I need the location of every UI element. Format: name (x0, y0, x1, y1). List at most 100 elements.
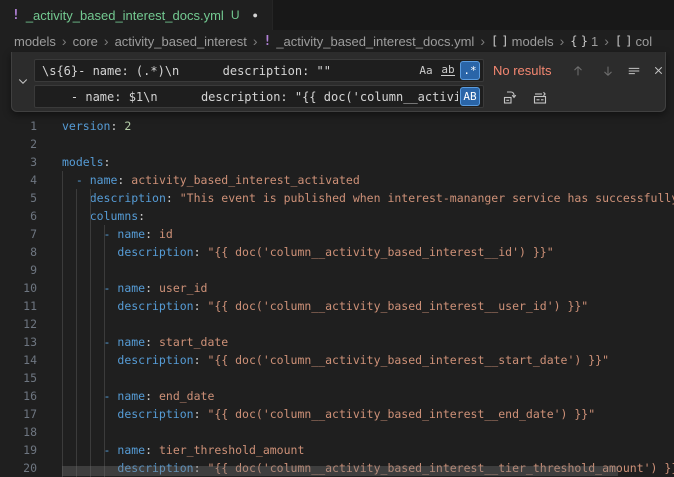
indent-guide (104, 225, 105, 477)
breadcrumb-separator: › (480, 33, 485, 49)
modified-dot-icon[interactable]: ● (253, 10, 258, 20)
code-line: 9 (0, 261, 674, 279)
code-text: - name: user_id (62, 279, 207, 297)
code-text: - name: activity_based_interest_activate… (62, 171, 360, 189)
replace-all-button[interactable] (528, 85, 552, 108)
code-text: - name: start_date (62, 333, 228, 351)
line-number: 6 (0, 207, 37, 225)
code-line: 16 - name: end_date (0, 387, 674, 405)
tab-active-file[interactable]: ! _activity_based_interest_docs.yml U ● (0, 0, 273, 30)
breadcrumb-item[interactable]: activity_based_interest (115, 34, 247, 49)
breadcrumb-label: models (14, 34, 56, 49)
line-number: 20 (0, 459, 37, 477)
yaml-symbol-icon: ! (263, 34, 271, 49)
yaml-file-icon: ! (12, 8, 20, 23)
find-input[interactable]: \s{6}- name: (.*)\n description: "" Aa a… (34, 59, 484, 82)
code-line: 12 (0, 315, 674, 333)
code-line: 5 description: "This event is published … (0, 189, 674, 207)
horizontal-scrollbar[interactable] (62, 466, 618, 476)
line-number: 10 (0, 279, 37, 297)
code-line: 6 columns: (0, 207, 674, 225)
replace-button[interactable] (498, 85, 522, 108)
breadcrumb-label: 1 (591, 34, 598, 49)
code-text: description: "{{ doc('column__activity_b… (62, 243, 554, 261)
breadcrumb-label: models (512, 34, 554, 49)
indent-guide (90, 189, 91, 477)
object-symbol-icon: { } (570, 34, 586, 48)
breadcrumb-label: activity_based_interest (115, 34, 247, 49)
line-number: 18 (0, 423, 37, 441)
line-number: 14 (0, 351, 37, 369)
code-text: - name: end_date (62, 387, 214, 405)
line-number: 17 (0, 405, 37, 423)
breadcrumb-separator: › (253, 33, 258, 49)
array-symbol-icon: [ ] (491, 34, 507, 48)
preserve-case-toggle[interactable]: AB (460, 87, 480, 106)
replace-value-text[interactable]: - name: $1\n description: "{{ doc('colum… (42, 90, 458, 104)
breadcrumb-item[interactable]: [ ] models (491, 34, 554, 49)
code-text: description: "{{ doc('column__activity_b… (62, 297, 588, 315)
breadcrumb-separator: › (62, 33, 67, 49)
code-line: 19 - name: tier_threshold_amount (0, 441, 674, 459)
breadcrumb-label: core (73, 34, 98, 49)
tab-filename: _activity_based_interest_docs.yml (26, 8, 224, 23)
breadcrumb-separator: › (560, 33, 565, 49)
line-number: 7 (0, 225, 37, 243)
next-match-button[interactable] (596, 59, 620, 82)
regex-toggle[interactable]: .* (460, 61, 480, 80)
breadcrumb-separator: › (604, 33, 609, 49)
whole-word-toggle[interactable]: ab (438, 61, 458, 80)
find-replace-widget: \s{6}- name: (.*)\n description: "" Aa a… (11, 52, 666, 112)
line-number: 2 (0, 135, 37, 153)
breadcrumb-separator: › (104, 33, 109, 49)
line-number: 4 (0, 171, 37, 189)
code-line: 2 (0, 135, 674, 153)
code-text: description: "{{ doc('column__activity_b… (62, 351, 609, 369)
line-number: 3 (0, 153, 37, 171)
line-number: 1 (0, 117, 37, 135)
previous-match-button[interactable] (566, 59, 590, 82)
line-number: 11 (0, 297, 37, 315)
code-text: - name: tier_threshold_amount (62, 441, 304, 459)
breadcrumb-item[interactable]: { } 1 (570, 34, 598, 49)
find-results-status: No results (493, 59, 552, 82)
toggle-replace-chevron-icon[interactable] (12, 52, 34, 110)
tab-bar: ! _activity_based_interest_docs.yml U ● (0, 0, 674, 30)
line-number: 19 (0, 441, 37, 459)
editor-code-area[interactable]: 1version: 223models:4 - name: activity_b… (0, 117, 674, 477)
code-line: 18 (0, 423, 674, 441)
code-text: description: "{{ doc('column__activity_b… (62, 405, 595, 423)
code-line: 13 - name: start_date (0, 333, 674, 351)
code-line: 4 - name: activity_based_interest_activa… (0, 171, 674, 189)
indent-guide (62, 171, 63, 477)
code-text: - name: id (62, 225, 173, 243)
line-number: 5 (0, 189, 37, 207)
code-line: 14 description: "{{ doc('column__activit… (0, 351, 674, 369)
breadcrumb-item[interactable]: core (73, 34, 98, 49)
line-number: 16 (0, 387, 37, 405)
breadcrumb-item[interactable]: [ ] col (615, 34, 652, 49)
git-status-badge: U (231, 8, 240, 22)
line-number: 12 (0, 315, 37, 333)
breadcrumb-item[interactable]: models (14, 34, 56, 49)
find-in-selection-button[interactable] (622, 59, 646, 82)
code-line: 3 models: (0, 153, 674, 171)
breadcrumb-label: col (636, 34, 653, 49)
code-text: columns: (62, 207, 145, 225)
find-query-text[interactable]: \s{6}- name: (.*)\n description: "" (42, 64, 414, 78)
vscode-window: ! _activity_based_interest_docs.yml U ● … (0, 0, 674, 477)
array-symbol-icon: [ ] (615, 34, 631, 48)
line-number: 8 (0, 243, 37, 261)
line-number: 15 (0, 369, 37, 387)
code-line: 11 description: "{{ doc('column__activit… (0, 297, 674, 315)
replace-input[interactable]: - name: $1\n description: "{{ doc('colum… (34, 85, 484, 108)
code-line: 8 description: "{{ doc('column__activity… (0, 243, 674, 261)
code-text: models: (62, 153, 110, 171)
close-find-widget-button[interactable] (646, 59, 670, 82)
match-case-toggle[interactable]: Aa (416, 61, 436, 80)
code-text: version: 2 (62, 117, 131, 135)
code-text: description: "This event is published wh… (62, 189, 674, 207)
breadcrumb: models › core › activity_based_interest › !_ac… (0, 30, 674, 52)
line-number: 9 (0, 261, 37, 279)
breadcrumb-item[interactable]: !_activity_based_interest_docs.yml (263, 34, 474, 49)
